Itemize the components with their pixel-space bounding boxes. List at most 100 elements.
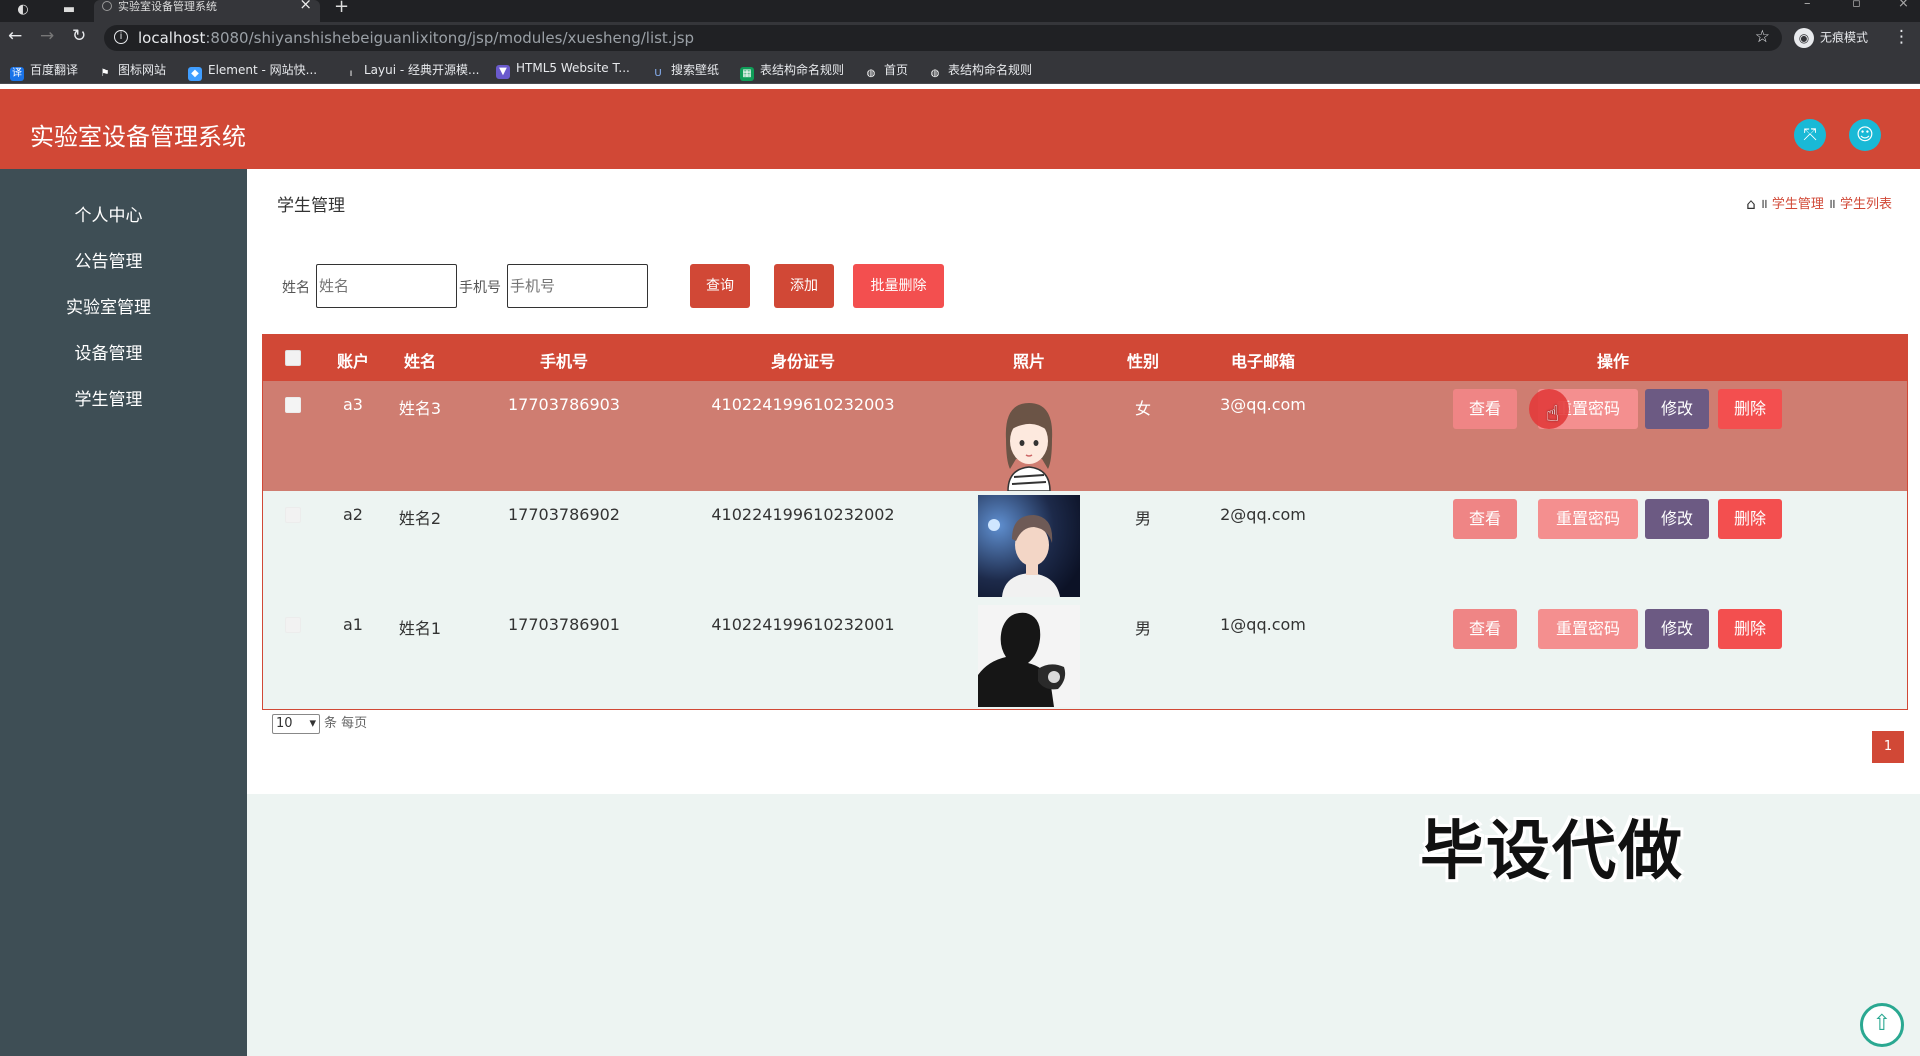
table-header: 账户 姓名 手机号 身份证号 照片 性别 电子邮箱 操作 xyxy=(263,335,1907,381)
layui-icon: ı xyxy=(349,68,353,79)
name-search-input[interactable] xyxy=(316,264,457,308)
back-arrow-icon[interactable]: ← xyxy=(8,26,22,46)
delete-button[interactable]: 删除 xyxy=(1718,499,1782,539)
fullscreen-icon[interactable]: ⤧ xyxy=(1794,119,1826,151)
cartoon-girl-avatar xyxy=(978,389,1080,491)
batch-delete-button[interactable]: 批量删除 xyxy=(853,264,944,308)
bookmark-item[interactable]: ◍ 表结构命名规则 xyxy=(928,61,1032,81)
view-button[interactable]: 查看 xyxy=(1453,499,1517,539)
window-close-icon[interactable]: × xyxy=(1898,0,1909,11)
col-account: 账户 xyxy=(336,352,369,371)
cell-gender: 女 xyxy=(1134,399,1151,418)
cell-name: 姓名2 xyxy=(398,509,442,528)
bookmarks-bar: 译百度翻译 ⚑ 图标网站 ◆ Element - 网站快... ı Layui - 经… xyxy=(0,54,1920,84)
cell-gender: 男 xyxy=(1134,619,1151,638)
user-icon[interactable]: ☺ xyxy=(1849,119,1881,151)
browser-menu-icon[interactable]: ◐ xyxy=(0,0,46,22)
cell-phone: 17703786903 xyxy=(508,395,620,414)
page-size-control: 10 ▾ 条 每页 xyxy=(272,712,367,734)
app-title: 实验室设备管理系统 xyxy=(30,123,246,151)
delete-button[interactable]: 删除 xyxy=(1718,609,1782,649)
incognito-chip[interactable]: ◉ 无痕模式 xyxy=(1794,28,1868,48)
delete-button[interactable]: 删除 xyxy=(1718,389,1782,429)
sidebar-item-students[interactable]: 学生管理 xyxy=(0,385,217,410)
tab-favicon-icon xyxy=(102,1,112,11)
view-button[interactable]: 查看 xyxy=(1453,609,1517,649)
breadcrumb-separator: ॥ xyxy=(1759,197,1768,212)
bookmark-item[interactable]: 译百度翻译 xyxy=(10,61,78,81)
row-checkbox[interactable] xyxy=(285,617,301,633)
reset-password-button[interactable]: 重置密码 xyxy=(1538,499,1638,539)
sheet-icon: ▦ xyxy=(740,67,754,81)
tab-close-icon[interactable]: × xyxy=(299,0,312,12)
address-toolbar: ← → ↻ i localhost:8080/shiyanshishebeigu… xyxy=(0,22,1920,54)
restore-icon[interactable]: ▫ xyxy=(1852,0,1861,11)
bookmark-item[interactable]: ◆ Element - 网站快... xyxy=(188,61,317,81)
browser-menu-kebab-icon[interactable]: ⋮ xyxy=(1893,27,1910,47)
cell-id-card: 410224199610232001 xyxy=(711,615,895,634)
flag-icon: ⚑ xyxy=(100,68,110,79)
bookmark-item[interactable]: ı Layui - 经典开源模... xyxy=(344,61,480,81)
col-email: 电子邮箱 xyxy=(1230,352,1295,371)
name-label: 姓名 xyxy=(282,280,310,296)
table-row[interactable]: a1 姓名1 17703786901 410224199610232001 男 … xyxy=(263,601,1907,711)
globe-icon: ◍ xyxy=(866,68,876,79)
page-button-current[interactable]: 1 xyxy=(1872,731,1904,763)
cell-phone: 17703786902 xyxy=(508,505,620,524)
view-button[interactable]: 查看 xyxy=(1453,389,1517,429)
cell-email: 3@qq.com xyxy=(1220,395,1306,414)
bookmark-item[interactable]: ▼ HTML5 Website T... xyxy=(496,61,630,79)
student-table: 账户 姓名 手机号 身份证号 照片 性别 电子邮箱 操作 a3 姓名3 1770… xyxy=(262,334,1908,710)
tab-title: 实验室设备管理系统 xyxy=(118,0,217,13)
minimize-icon[interactable]: – xyxy=(1804,0,1811,11)
sidebar-item-personal-center[interactable]: 个人中心 xyxy=(0,201,217,226)
url-field[interactable]: i localhost:8080/shiyanshishebeiguanlixi… xyxy=(104,25,1782,51)
forward-arrow-icon[interactable]: → xyxy=(40,26,54,46)
reload-icon[interactable]: ↻ xyxy=(72,26,86,46)
new-tab-icon[interactable]: + xyxy=(334,0,349,17)
edit-button[interactable]: 修改 xyxy=(1645,609,1709,649)
col-actions: 操作 xyxy=(1596,352,1629,371)
row-checkbox[interactable] xyxy=(285,507,301,523)
query-button[interactable]: 查询 xyxy=(690,264,750,308)
wallpaper-icon: U xyxy=(654,68,662,79)
page-size-label: 条 每页 xyxy=(324,716,368,731)
chevron-down-icon: ▾ xyxy=(309,716,316,731)
breadcrumb-item-student-mgmt[interactable]: 学生管理 xyxy=(1772,197,1824,212)
main-area: 学生管理 ⌂ ॥ 学生管理 ॥ 学生列表 姓名 手机号 查询 添加 批量删除 账… xyxy=(247,169,1920,1056)
cell-name: 姓名1 xyxy=(398,619,442,638)
edit-button[interactable]: 修改 xyxy=(1645,389,1709,429)
table-row[interactable]: a3 姓名3 17703786903 410224199610232003 女 … xyxy=(263,381,1907,491)
html5-icon: ▼ xyxy=(496,65,510,79)
tab-overview-icon[interactable]: ▬ xyxy=(46,0,92,22)
bookmark-item[interactable]: ▦ 表结构命名规则 xyxy=(740,61,844,81)
sidebar-item-equipment[interactable]: 设备管理 xyxy=(0,339,217,364)
row-checkbox[interactable] xyxy=(285,397,301,413)
cell-id-card: 410224199610232002 xyxy=(711,505,895,524)
sidebar-item-labs[interactable]: 实验室管理 xyxy=(0,293,217,318)
breadcrumb-item-student-list[interactable]: 学生列表 xyxy=(1840,197,1892,212)
globe-icon: ◍ xyxy=(930,68,940,79)
cell-account: a2 xyxy=(343,505,363,524)
col-id-card: 身份证号 xyxy=(770,352,835,371)
col-phone: 手机号 xyxy=(539,352,588,371)
browser-tab[interactable]: 实验室设备管理系统 × xyxy=(94,0,320,22)
bookmark-item[interactable]: ◍ 首页 xyxy=(864,61,908,81)
table-row[interactable]: a2 姓名2 17703786902 410224199610232002 男 … xyxy=(263,491,1907,601)
content-panel: 学生管理 ⌂ ॥ 学生管理 ॥ 学生列表 姓名 手机号 查询 添加 批量删除 账… xyxy=(247,169,1920,794)
edit-button[interactable]: 修改 xyxy=(1645,499,1709,539)
select-all-checkbox[interactable] xyxy=(285,350,301,366)
page-size-select[interactable]: 10 ▾ xyxy=(272,714,320,734)
reset-password-button[interactable]: 重置密码 xyxy=(1538,609,1638,649)
bookmark-item[interactable]: ⚑ 图标网站 xyxy=(98,61,167,81)
site-info-icon[interactable]: i xyxy=(114,30,128,44)
add-button[interactable]: 添加 xyxy=(774,264,834,308)
bookmark-star-icon[interactable]: ☆ xyxy=(1755,27,1770,47)
phone-search-input[interactable] xyxy=(507,264,648,308)
home-icon[interactable]: ⌂ xyxy=(1746,195,1756,213)
cell-email: 2@qq.com xyxy=(1220,505,1306,524)
bookmark-item[interactable]: U 搜索壁纸 xyxy=(651,61,719,81)
back-to-top-icon[interactable]: ⇧ xyxy=(1860,1003,1904,1047)
hand-cursor-icon: ☝ xyxy=(1546,402,1560,427)
sidebar-item-notices[interactable]: 公告管理 xyxy=(0,247,217,272)
